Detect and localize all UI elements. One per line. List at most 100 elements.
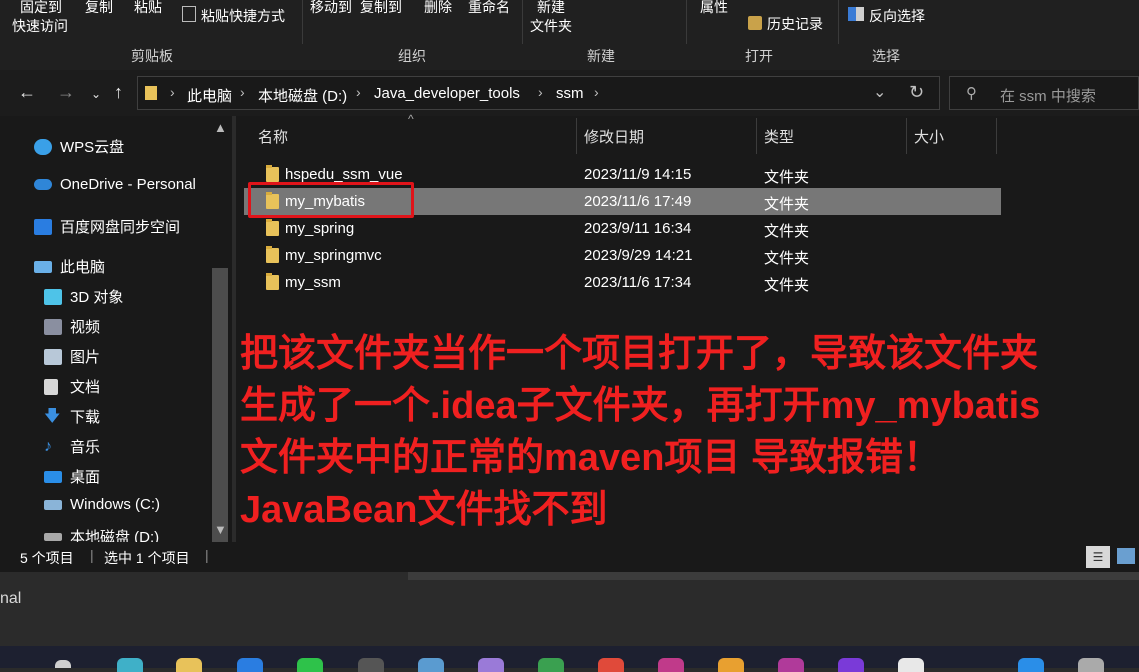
new-folder-label[interactable]: 文件夹 bbox=[530, 16, 572, 36]
chevron-right-icon[interactable]: › bbox=[240, 84, 245, 100]
chrome-icon[interactable] bbox=[598, 658, 624, 672]
terminal-icon[interactable] bbox=[358, 658, 384, 672]
history-button[interactable]: 历史记录 bbox=[767, 14, 823, 34]
nav-item-onedrive[interactable]: OneDrive - Personal bbox=[34, 176, 196, 193]
app-icon[interactable] bbox=[538, 658, 564, 672]
item-count: 5 个项目 bbox=[20, 550, 74, 566]
background-text: nal bbox=[0, 590, 22, 607]
table-row[interactable]: my_ssm 2023/11/6 17:34 文件夹 bbox=[244, 269, 1001, 296]
nav-item-documents[interactable]: 文档 bbox=[44, 376, 100, 397]
background-scrollbar bbox=[408, 572, 1139, 580]
copy-button[interactable]: 复制 bbox=[85, 0, 113, 17]
invert-selection-button[interactable]: 反向选择 bbox=[869, 6, 925, 26]
column-header-modified[interactable]: 修改日期 bbox=[584, 126, 644, 147]
back-arrow-icon[interactable]: ← bbox=[18, 82, 36, 103]
address-history-chevron-down-icon[interactable]: ⌄ bbox=[873, 82, 886, 102]
breadcrumb-ssm[interactable]: ssm bbox=[556, 85, 584, 102]
app-icon[interactable] bbox=[237, 658, 263, 672]
app-icon[interactable] bbox=[478, 658, 504, 672]
file-modified: 2023/11/9 14:15 bbox=[584, 166, 692, 183]
file-name: my_springmvc bbox=[285, 247, 382, 264]
column-divider[interactable] bbox=[906, 118, 907, 154]
nav-scrollbar-thumb[interactable] bbox=[212, 268, 228, 542]
column-divider[interactable] bbox=[576, 118, 577, 154]
folder-icon bbox=[266, 165, 279, 182]
nav-item-3d-objects[interactable]: 3D 对象 bbox=[44, 286, 123, 307]
chevron-right-icon[interactable]: › bbox=[170, 84, 175, 100]
nav-item-desktop[interactable]: 桌面 bbox=[44, 466, 100, 487]
new-folder-button[interactable]: 新建 bbox=[537, 0, 565, 17]
details-view-icon[interactable]: ☰ bbox=[1086, 546, 1110, 568]
file-explorer-icon[interactable] bbox=[176, 658, 202, 672]
file-type: 文件夹 bbox=[764, 169, 810, 186]
nav-item-pictures[interactable]: 图片 bbox=[44, 346, 100, 367]
cube-icon bbox=[44, 288, 62, 305]
pin-quick-access-label[interactable]: 快速访问 bbox=[12, 16, 68, 36]
scroll-up-icon[interactable]: ▲ bbox=[214, 120, 227, 135]
desktop-icon bbox=[44, 470, 62, 483]
computer-icon bbox=[34, 260, 52, 273]
refresh-icon[interactable]: ↻ bbox=[909, 82, 924, 103]
delete-button[interactable]: 删除 bbox=[424, 0, 452, 17]
file-name: hspedu_ssm_vue bbox=[285, 166, 403, 183]
scroll-down-icon[interactable]: ▼ bbox=[214, 522, 227, 537]
nav-item-drive-d[interactable]: 本地磁盘 (D:) bbox=[44, 526, 159, 542]
copy-to-button[interactable]: 复制到 bbox=[360, 0, 402, 17]
nav-item-wps-cloud[interactable]: WPS云盘 bbox=[34, 136, 124, 157]
nav-item-label: Windows (C:) bbox=[70, 496, 161, 513]
address-bar[interactable]: › 此电脑 › 本地磁盘 (D:) › Java_developer_tools… bbox=[137, 76, 940, 110]
pin-quick-access-button[interactable]: 固定到 bbox=[20, 0, 62, 17]
chevron-right-icon[interactable]: › bbox=[594, 84, 599, 100]
paste-shortcut-button[interactable]: 粘贴快捷方式 bbox=[201, 6, 285, 26]
search-input[interactable]: ⚲ 在 ssm 中搜索 bbox=[949, 76, 1139, 110]
edge-icon[interactable] bbox=[117, 658, 143, 672]
search-icon: ⚲ bbox=[966, 85, 977, 102]
column-header-type[interactable]: 类型 bbox=[764, 126, 794, 147]
app-icon[interactable] bbox=[1018, 658, 1044, 672]
nav-item-videos[interactable]: 视频 bbox=[44, 316, 100, 337]
intellij-idea-icon[interactable] bbox=[658, 658, 684, 672]
table-row[interactable]: my_springmvc 2023/9/29 14:21 文件夹 bbox=[244, 242, 1001, 269]
task-view-icon[interactable] bbox=[55, 660, 71, 668]
rename-button[interactable]: 重命名 bbox=[468, 0, 510, 17]
app-icon[interactable] bbox=[718, 658, 744, 672]
nav-item-downloads[interactable]: 🡇 下载 bbox=[44, 406, 100, 427]
column-divider[interactable] bbox=[996, 118, 997, 154]
video-icon bbox=[44, 318, 62, 335]
nav-item-baidu-sync[interactable]: 百度网盘同步空间 bbox=[34, 216, 180, 237]
selected-count: 选中 1 个项目 bbox=[104, 550, 190, 566]
recent-chevron-down-icon[interactable]: ⌄ bbox=[91, 87, 101, 101]
cloud-icon bbox=[34, 138, 52, 155]
folder-icon bbox=[266, 273, 279, 290]
file-modified: 2023/11/6 17:49 bbox=[584, 193, 692, 210]
app-icon[interactable] bbox=[418, 658, 444, 672]
breadcrumb-this-pc[interactable]: 此电脑 bbox=[187, 85, 232, 106]
up-arrow-icon[interactable]: ↑ bbox=[114, 82, 123, 103]
jetbrains-icon[interactable] bbox=[778, 658, 804, 672]
drive-icon bbox=[44, 499, 62, 510]
nav-item-drive-c[interactable]: Windows (C:) bbox=[44, 496, 160, 513]
column-header-name[interactable]: 名称 bbox=[258, 126, 288, 147]
chevron-right-icon[interactable]: › bbox=[538, 84, 543, 100]
properties-button[interactable]: 属性 bbox=[700, 0, 728, 17]
app-icon[interactable] bbox=[1078, 658, 1104, 672]
wechat-icon[interactable] bbox=[297, 658, 323, 672]
column-header-size[interactable]: 大小 bbox=[914, 126, 944, 147]
app-icon[interactable] bbox=[898, 658, 924, 672]
table-row[interactable]: my_spring 2023/9/11 16:34 文件夹 bbox=[244, 215, 1001, 242]
forward-arrow-icon[interactable]: → bbox=[57, 82, 75, 103]
file-type: 文件夹 bbox=[764, 277, 810, 294]
nav-item-this-pc[interactable]: 此电脑 bbox=[34, 256, 105, 277]
annotation-line: 文件夹中的正常的maven项目 导致报错！ bbox=[240, 437, 941, 479]
breadcrumb-drive-d[interactable]: 本地磁盘 (D:) bbox=[258, 85, 347, 106]
app-icon[interactable] bbox=[838, 658, 864, 672]
chevron-right-icon[interactable]: › bbox=[356, 84, 361, 100]
large-icons-view-icon[interactable] bbox=[1117, 548, 1135, 564]
move-to-button[interactable]: 移动到 bbox=[310, 0, 352, 17]
ribbon-divider bbox=[302, 0, 303, 44]
breadcrumb-java-developer-tools[interactable]: Java_developer_tools bbox=[374, 85, 520, 102]
column-divider[interactable] bbox=[756, 118, 757, 154]
paste-button[interactable]: 粘贴 bbox=[134, 0, 162, 17]
sort-ascending-icon: ^ bbox=[408, 112, 414, 126]
nav-item-music[interactable]: ♪ 音乐 bbox=[44, 436, 100, 457]
